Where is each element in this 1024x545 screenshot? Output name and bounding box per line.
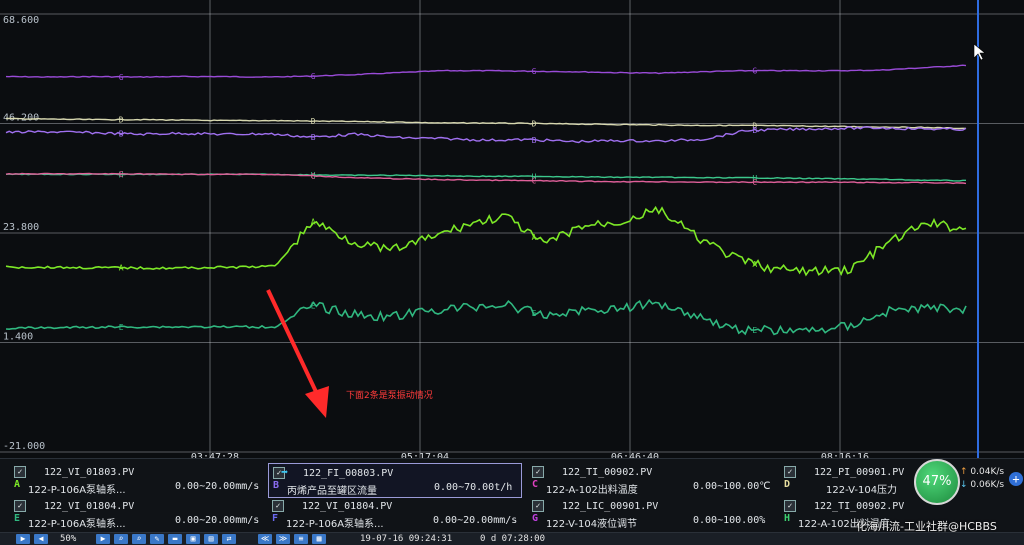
zoom-out-icon[interactable]: ⌕	[132, 534, 146, 544]
fast-forward-button[interactable]: ≫	[276, 534, 290, 544]
zoom-level[interactable]: 50%	[60, 533, 76, 545]
legend-letter-b: B	[273, 480, 280, 491]
series-marker-b: B	[532, 136, 537, 145]
play-button[interactable]: ▶	[16, 534, 30, 544]
series-marker-c: C	[532, 177, 537, 186]
time-span[interactable]: 0 d 07:28:00	[480, 533, 545, 545]
y-tick-label: -21.000	[3, 441, 45, 452]
series-marker-c: C	[311, 172, 316, 181]
trend-chart[interactable]: 68.60046.20023.8001.400-21.000 03:47:28 0…	[0, 0, 1024, 458]
bar-icon[interactable]: ▬	[168, 534, 182, 544]
start-time[interactable]: 19-07-16 09:24:31	[360, 533, 452, 545]
series-marker-c: C	[752, 178, 757, 187]
series-marker-e: E	[752, 326, 757, 335]
series-marker-g: G	[752, 67, 757, 76]
upload-speed: 0.04K/s	[970, 467, 1005, 477]
legend-desc-d: 122-V-104压力	[826, 485, 898, 496]
legend-item-e[interactable]: ✓ E 122_VI_01804.PV 122-P-106A泵轴系... 0.0…	[10, 497, 260, 530]
series-marker-g: G	[532, 67, 537, 76]
swap-icon[interactable]: ⇄	[222, 534, 236, 544]
legend-range-f: 0.00~20.00mm/s	[433, 515, 518, 526]
edit-icon[interactable]: ✎	[150, 534, 164, 544]
legend-letter-g: G	[532, 513, 539, 524]
legend-range-a: 0.00~20.00mm/s	[175, 481, 260, 492]
legend-tag-f: 122_VI_01804.PV	[302, 501, 393, 512]
cpu-gauge[interactable]: 47%	[914, 459, 960, 505]
table-icon[interactable]: ▤	[204, 534, 218, 544]
legend-tag-b: 122_FI_00803.PV	[303, 468, 394, 479]
y-tick-label: 23.800	[3, 222, 39, 233]
annotation-text: 下面2条是泵振动情况	[346, 389, 433, 401]
plus-icon[interactable]: +	[1009, 472, 1023, 486]
legend-item-f[interactable]: ✓ F 122_VI_01804.PV 122-P-106A泵轴系... 0.0…	[268, 497, 520, 530]
legend-letter-a: A	[14, 479, 21, 490]
y-tick-label: 68.600	[3, 15, 39, 26]
series-marker-d: D	[119, 116, 124, 125]
network-speed: ↑ 0.04K/s ↓ 0.06K/s	[960, 466, 1004, 492]
legend-letter-h: H	[784, 513, 791, 524]
legend-desc-a: 122-P-106A泵轴系...	[28, 485, 126, 496]
forward-button[interactable]: ▶	[96, 534, 110, 544]
download-speed: 0.06K/s	[970, 480, 1005, 490]
legend-desc-b: 丙烯产品至罐区流量	[287, 486, 377, 497]
series-marker-a: A	[752, 260, 757, 269]
legend-tag-d: 122_PI_00901.PV	[814, 467, 905, 478]
selected-arrow-icon: ➡	[281, 465, 289, 479]
series-marker-b: B	[752, 126, 757, 135]
series-marker-a: A	[119, 264, 124, 273]
legend-range-e: 0.00~20.00mm/s	[175, 515, 260, 526]
menu-icon[interactable]: ≡	[294, 534, 308, 544]
legend-item-b[interactable]: ✓ ➡ B 122_FI_00803.PV 丙烯产品至罐区流量 0.00~70.…	[268, 463, 522, 498]
series-marker-e: E	[119, 323, 124, 332]
layout-icon[interactable]: ▦	[312, 534, 326, 544]
series-marker-e: E	[311, 301, 316, 310]
checkbox-d[interactable]: ✓	[784, 466, 796, 478]
checkbox-a[interactable]: ✓	[14, 466, 26, 478]
series-marker-c: C	[119, 170, 124, 179]
back-button[interactable]: ◀	[34, 534, 48, 544]
series-marker-e: E	[532, 309, 537, 318]
legend-item-g[interactable]: ✓ G 122_LIC_00901.PV 122-V-104液位调节 0.00~…	[528, 497, 778, 530]
checkbox-f[interactable]: ✓	[272, 500, 284, 512]
series-marker-d: D	[532, 120, 537, 129]
series-marker-a: A	[311, 217, 316, 226]
legend-desc-f: 122-P-106A泵轴系...	[286, 519, 384, 530]
watermark: 化海川流-工业社群@HCBBS	[856, 520, 997, 533]
series-marker-g: G	[311, 72, 316, 81]
legend-item-d[interactable]: ✓ D 122_PI_00901.PV 122-V-104压力	[780, 463, 910, 496]
legend-tag-h: 122_TI_00902.PV	[814, 501, 905, 512]
legend-range-c: 0.00~100.00℃	[693, 481, 771, 492]
upload-arrow-icon: ↑	[960, 467, 968, 477]
legend-item-c[interactable]: ✓ C 122_TI_00902.PV 122-A-102出料温度 0.00~1…	[528, 463, 778, 496]
series-marker-a: A	[532, 233, 537, 242]
legend-letter-e: E	[14, 513, 21, 524]
y-tick-label: 1.400	[3, 332, 33, 343]
legend-tag-g: 122_LIC_00901.PV	[562, 501, 659, 512]
series-marker-d: D	[311, 117, 316, 126]
zoom-in-icon[interactable]: ⌕	[114, 534, 128, 544]
plot-background	[0, 0, 1024, 458]
checkbox-e[interactable]: ✓	[14, 500, 26, 512]
checkbox-c[interactable]: ✓	[532, 466, 544, 478]
legend-desc-c: 122-A-102出料温度	[546, 485, 638, 496]
rewind-button[interactable]: ≪	[258, 534, 272, 544]
legend-letter-f: F	[272, 513, 279, 524]
legend-tag-e: 122_VI_01804.PV	[44, 501, 135, 512]
legend-range-b: 0.00~70.00t/h	[434, 482, 513, 493]
legend-desc-g: 122-V-104液位调节	[546, 519, 638, 530]
legend-item-a[interactable]: ✓ A 122_VI_01803.PV 122-P-106A泵轴系... 0.0…	[10, 463, 260, 496]
download-arrow-icon: ↓	[960, 480, 968, 490]
legend-tag-a: 122_VI_01803.PV	[44, 467, 135, 478]
legend-tag-c: 122_TI_00902.PV	[562, 467, 653, 478]
series-marker-b: B	[119, 130, 124, 139]
series-marker-b: B	[311, 133, 316, 142]
legend-letter-c: C	[532, 479, 539, 490]
checkbox-h[interactable]: ✓	[784, 500, 796, 512]
legend-range-g: 0.00~100.00%	[693, 515, 766, 526]
checkbox-g[interactable]: ✓	[532, 500, 544, 512]
series-marker-g: G	[119, 73, 124, 82]
legend-desc-e: 122-P-106A泵轴系...	[28, 519, 126, 530]
legend-letter-d: D	[784, 479, 791, 490]
grid-icon[interactable]: ▣	[186, 534, 200, 544]
